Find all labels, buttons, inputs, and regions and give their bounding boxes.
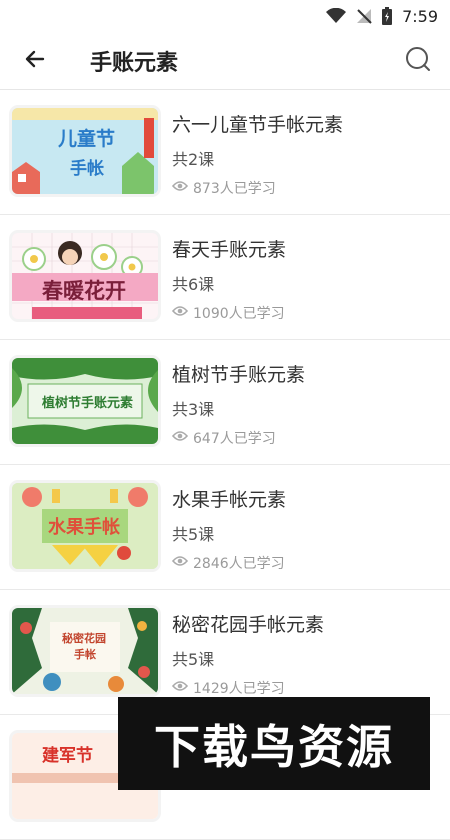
eye-icon: [171, 680, 189, 696]
page-title: 手账元素: [90, 50, 179, 76]
thumb-text: 水果手帐: [48, 517, 120, 538]
app-bar: 手账元素: [0, 32, 450, 90]
thumb-text: 秘密花园: [62, 632, 106, 645]
course-title: 植树节手账元素: [172, 364, 306, 386]
course-thumbnail: 植树节手账元素: [12, 358, 158, 444]
thumb-text: 手帐: [74, 648, 96, 661]
learner-count-text: 1429人已学习: [193, 681, 285, 697]
learner-count-text: 873人已学习: [193, 181, 276, 197]
lesson-count: 共2课: [172, 150, 215, 169]
thumb-text: 建军节: [42, 746, 93, 766]
learner-count: 647人已学习: [171, 428, 276, 448]
course-title: 秘密花园手帐元素: [172, 614, 325, 636]
thumb-text: 儿童节: [58, 128, 116, 150]
status-time: 7:59: [402, 6, 438, 26]
back-button[interactable]: [0, 32, 70, 90]
lesson-count: 共6课: [172, 275, 215, 294]
learner-count: 1429人已学习: [171, 678, 285, 698]
learner-count: 873人已学习: [171, 178, 276, 198]
lesson-count: 共5课: [172, 525, 215, 544]
status-bar: 7:59: [0, 0, 450, 32]
signal-icon: [356, 8, 372, 24]
list-item[interactable]: 春暖花开 春天手账元素 共6课 1090人已学习: [0, 215, 450, 340]
battery-icon: [382, 7, 393, 25]
course-thumbnail: 春暖花开: [12, 233, 158, 319]
eye-icon: [171, 555, 189, 571]
lesson-count: 共5课: [172, 650, 215, 669]
learner-count-text: 2846人已学习: [193, 556, 285, 572]
course-title: 六一儿童节手帐元素: [172, 114, 344, 136]
course-title: 春天手账元素: [172, 239, 287, 261]
list-item[interactable]: 儿童节 手帐 六一儿童节手帐元素 共2课 873人已学习: [0, 90, 450, 215]
thumb-text: 春暖花开: [42, 279, 126, 303]
list-item[interactable]: 植树节手账元素 植树节手账元素 共3课 647人已学习: [0, 340, 450, 465]
eye-icon: [171, 430, 189, 446]
learner-count-text: 647人已学习: [193, 431, 276, 447]
thumb-text: 手帐: [70, 159, 104, 179]
lesson-count: 共3课: [172, 400, 215, 419]
course-thumbnail: 儿童节 手帐: [12, 108, 158, 194]
watermark-overlay: 下载鸟资源: [118, 697, 430, 790]
course-title: 水果手帐元素: [172, 489, 287, 511]
search-icon: [404, 45, 432, 77]
search-button[interactable]: [398, 41, 438, 81]
course-thumbnail: 水果手帐: [12, 483, 158, 569]
learner-count: 2846人已学习: [171, 553, 285, 573]
learner-count-text: 1090人已学习: [193, 306, 285, 322]
thumb-text: 植树节手账元素: [42, 396, 134, 411]
wifi-icon: [326, 8, 347, 24]
learner-count: 1090人已学习: [171, 303, 285, 323]
course-thumbnail: 秘密花园 手帐: [12, 608, 158, 694]
eye-icon: [171, 305, 189, 321]
eye-icon: [171, 180, 189, 196]
arrow-left-icon: [23, 47, 47, 75]
list-item[interactable]: 水果手帐 水果手帐元素 共5课 2846人已学习: [0, 465, 450, 590]
